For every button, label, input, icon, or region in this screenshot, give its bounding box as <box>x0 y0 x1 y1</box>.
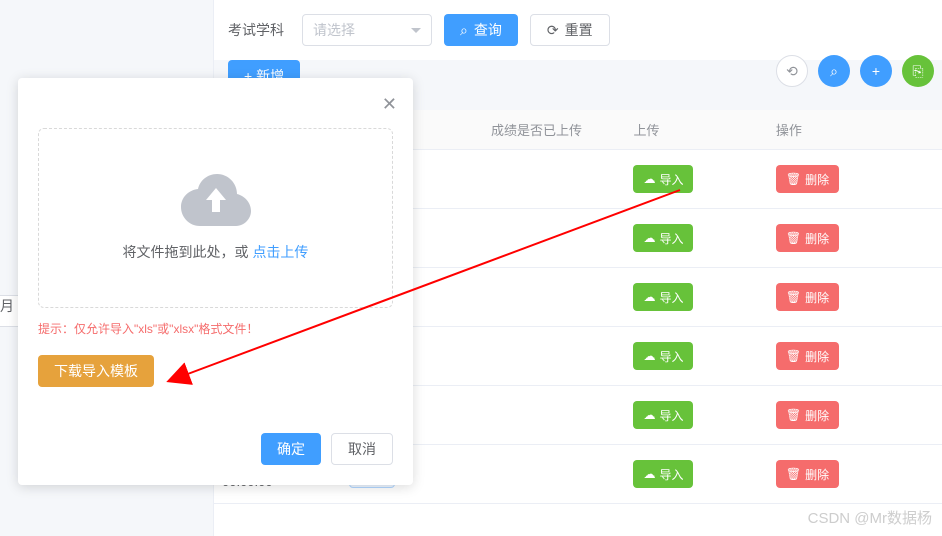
upload-dropzone[interactable]: 将文件拖到此处，或 点击上传 <box>38 128 393 308</box>
import-modal: ✕ 将文件拖到此处，或 点击上传 提示：仅允许导入"xls"或"xlsx"格式文… <box>18 78 413 485</box>
watermark: CSDN @Mr数据杨 <box>808 507 932 528</box>
upload-text-prefix: 将文件拖到此处，或 <box>123 244 253 260</box>
confirm-button[interactable]: 确定 <box>261 433 321 465</box>
upload-text: 将文件拖到此处，或 点击上传 <box>123 242 309 262</box>
upload-hint: 提示：仅允许导入"xls"或"xlsx"格式文件！ <box>38 320 393 337</box>
upload-link[interactable]: 点击上传 <box>252 244 308 260</box>
cloud-upload-icon <box>181 174 251 226</box>
download-template-button[interactable]: 下载导入模板 <box>38 355 154 387</box>
close-icon[interactable]: ✕ <box>382 94 397 115</box>
cancel-button[interactable]: 取消 <box>331 433 393 465</box>
